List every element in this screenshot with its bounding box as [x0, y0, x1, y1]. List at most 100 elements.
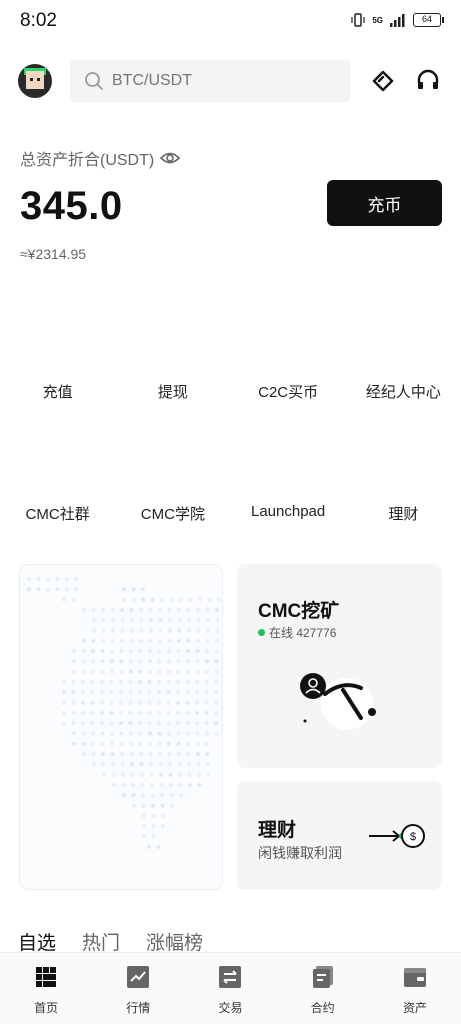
quick-action-broker-center[interactable]: 经纪人中心 — [346, 381, 461, 402]
quick-action-academy[interactable]: CMC学院 — [115, 503, 230, 524]
map-dot — [71, 690, 76, 695]
quick-action-recharge[interactable]: 充值 — [0, 381, 115, 402]
map-dot — [195, 607, 201, 612]
map-dot — [99, 690, 105, 695]
map-dot — [119, 731, 124, 736]
map-dot — [176, 607, 182, 612]
search-icon — [85, 72, 103, 90]
map-dot — [204, 731, 210, 736]
map-dot — [61, 710, 67, 715]
map-dot — [128, 710, 133, 715]
assets-label: 总资产折合(USDT) — [20, 152, 155, 169]
map-dot — [147, 721, 152, 726]
search-input[interactable] — [112, 72, 332, 90]
quick-actions-row-1: 充值 提现 C2C买币 经纪人中心 — [0, 381, 461, 402]
eye-icon[interactable] — [160, 150, 181, 166]
map-dot — [195, 649, 200, 654]
map-dot — [157, 752, 163, 757]
map-dot — [139, 618, 144, 623]
map-dot — [169, 803, 175, 808]
map-dot — [205, 638, 210, 643]
search-box[interactable] — [70, 60, 350, 102]
map-dot — [101, 762, 106, 767]
nav-contract[interactable]: 合约 — [277, 953, 369, 1024]
map-dot — [121, 587, 127, 592]
map-dot — [186, 607, 191, 612]
map-dot — [187, 772, 192, 777]
map-dot — [160, 813, 166, 818]
map-dot — [185, 649, 191, 654]
map-dot — [90, 710, 95, 715]
map-dot — [137, 690, 143, 695]
nav-trade[interactable]: 交易 — [184, 953, 276, 1024]
deposit-button[interactable]: 充币 — [327, 180, 442, 226]
map-dot — [119, 669, 124, 674]
map-dot — [120, 762, 125, 767]
map-dot — [149, 782, 155, 788]
map-dot — [129, 762, 135, 767]
map-dot — [109, 690, 114, 695]
map-dot — [186, 638, 191, 643]
map-dot — [71, 710, 76, 715]
diamond-icon[interactable] — [370, 68, 396, 94]
nav-assets[interactable]: 资产 — [369, 953, 461, 1024]
world-map-card[interactable] — [19, 564, 223, 890]
map-dot — [128, 679, 133, 685]
map-dot — [157, 669, 162, 674]
tab-hot[interactable]: 热门 — [82, 928, 120, 955]
map-dot — [156, 690, 162, 695]
map-dot — [129, 628, 135, 633]
map-dot — [129, 618, 135, 623]
map-dot — [176, 649, 181, 654]
map-dot — [168, 782, 174, 788]
map-dot — [196, 618, 201, 623]
quick-action-withdraw[interactable]: 提现 — [115, 381, 230, 402]
mining-card[interactable]: CMC挖矿 在线 427776 — [237, 564, 442, 768]
map-dot — [120, 618, 125, 623]
map-dot — [80, 700, 86, 705]
map-dot — [167, 607, 172, 612]
map-dot — [147, 731, 153, 736]
map-dot — [91, 607, 96, 612]
map-dot — [186, 628, 192, 633]
quick-action-c2c[interactable]: C2C买币 — [231, 381, 346, 402]
map-dot — [215, 628, 220, 633]
map-dot — [138, 659, 143, 664]
map-dot — [119, 638, 125, 643]
tab-gainers[interactable]: 涨幅榜 — [146, 928, 203, 955]
map-dot — [90, 690, 95, 695]
map-dot — [147, 659, 153, 664]
map-dot — [158, 628, 163, 633]
quick-action-launchpad[interactable]: Launchpad — [231, 503, 346, 524]
tab-favorites[interactable]: 自选 — [18, 928, 56, 955]
map-dot — [194, 690, 200, 695]
map-dot — [166, 710, 171, 715]
avatar[interactable] — [18, 64, 52, 98]
map-dot — [167, 618, 173, 623]
quick-action-finance[interactable]: 理财 — [346, 503, 461, 524]
map-dot — [185, 690, 190, 695]
exchange-icon — [218, 965, 242, 989]
map-dot — [157, 731, 162, 736]
headset-icon[interactable] — [415, 68, 441, 94]
map-dot — [185, 700, 190, 705]
assets-amount: 345.0 — [20, 184, 123, 228]
map-dot — [158, 762, 163, 767]
map-dot — [204, 649, 210, 654]
nav-home[interactable]: 首页 — [0, 953, 92, 1024]
map-dot — [176, 638, 182, 643]
status-icons: 5G 64 — [350, 12, 444, 28]
nav-markets[interactable]: 行情 — [92, 953, 184, 1024]
signal-icon — [390, 14, 405, 27]
quick-action-community[interactable]: CMC社群 — [0, 503, 115, 524]
online-dot-icon — [258, 629, 265, 636]
map-dot — [151, 813, 156, 818]
finance-card[interactable]: 理财 闲钱赚取利润 $ — [237, 781, 442, 890]
map-dot — [131, 793, 136, 798]
map-dot — [36, 576, 41, 582]
map-dot — [100, 741, 105, 746]
map-dot — [205, 762, 211, 767]
map-dot — [159, 782, 164, 788]
map-dot — [204, 669, 210, 674]
map-dot — [213, 679, 219, 685]
